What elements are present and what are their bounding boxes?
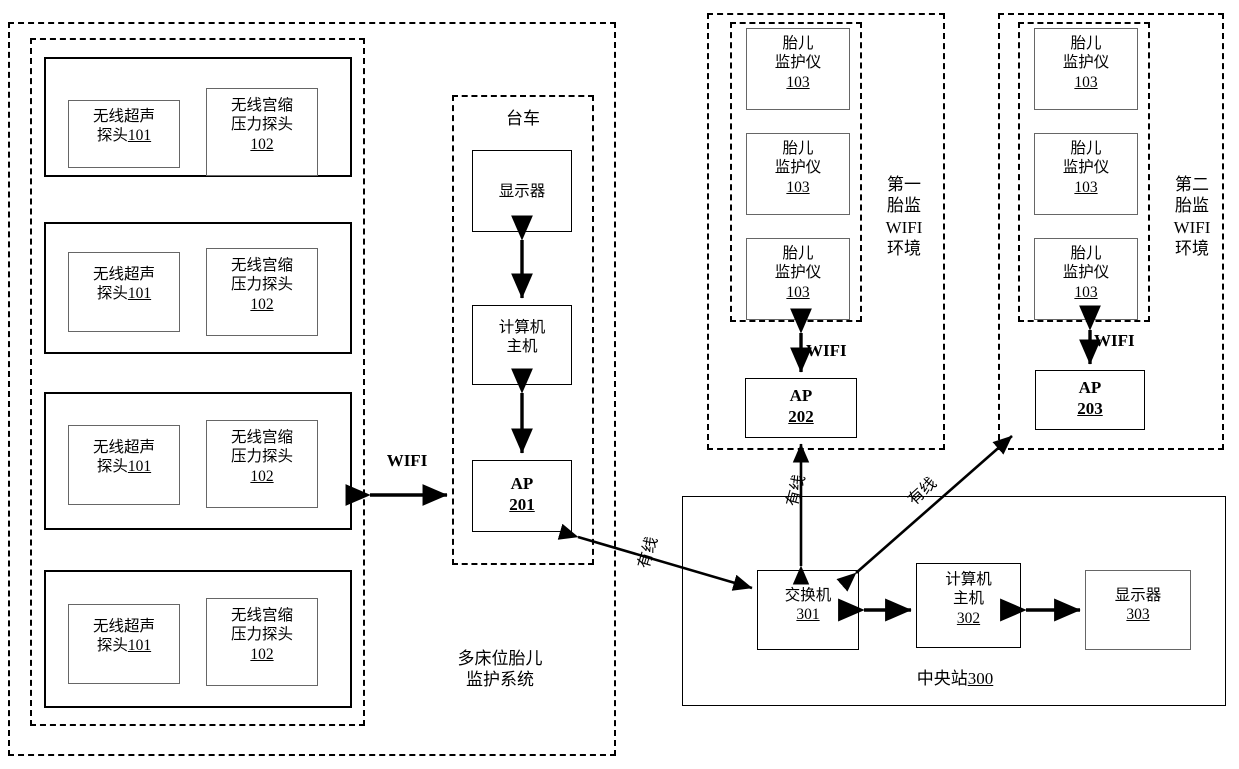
bed-2-pressure-probe-label: 无线宫缩 压力探头 102 [230, 257, 293, 313]
central-switch-301-label: 交换机 301 [784, 587, 832, 624]
env-second-monitor-2-label: 胎儿 监护仪 103 [1062, 140, 1110, 196]
bed-1-pressure-probe-label: 无线宫缩 压力探头 102 [230, 97, 293, 153]
env-second-ap-203-label: AP 203 [1077, 378, 1103, 419]
env-second-caption: 第二 胎监 WIFI 环境 [1173, 175, 1211, 258]
trolley-title: 台车 [506, 109, 540, 128]
multi-bed-system-caption: 多床位胎儿 监护系统 [457, 649, 543, 690]
bed-3-ultrasound-probe-label: 无线超声 探头101 [92, 439, 155, 476]
env-first-ap-202-label: AP 202 [788, 386, 814, 427]
bed-1-ultrasound-probe-label: 无线超声 探头101 [92, 108, 155, 145]
trolley-ap-201-label: AP 201 [509, 474, 535, 515]
env-first-monitor-1-label: 胎儿 监护仪 103 [774, 35, 822, 91]
wired-label-ap201: 有线 [635, 534, 662, 571]
env-second-monitor-3-label: 胎儿 监护仪 103 [1062, 245, 1110, 301]
env-first-wifi-label: WIFI [806, 341, 847, 360]
env-first-caption: 第一 胎监 WIFI 环境 [885, 175, 923, 258]
env-first-monitor-2-label: 胎儿 监护仪 103 [774, 140, 822, 196]
bed-4-pressure-probe-label: 无线宫缩 压力探头 102 [230, 607, 293, 663]
wifi-label-beds-trolley: WIFI [386, 451, 428, 470]
trolley-computer-label: 计算机 主机 [498, 319, 546, 356]
central-computer-302-label: 计算机 主机 302 [945, 571, 992, 627]
trolley-display-label: 显示器 [498, 183, 546, 200]
bed-4-ultrasound-probe-label: 无线超声 探头101 [92, 618, 155, 655]
env-first-monitor-3-label: 胎儿 监护仪 103 [774, 245, 822, 301]
env-second-monitor-1-label: 胎儿 监护仪 103 [1062, 35, 1110, 91]
diagram-canvas: 无线超声 探头101 无线宫缩 压力探头 102 无线超声 探头101 无线宫缩… [0, 0, 1239, 769]
bed-2-ultrasound-probe-label: 无线超声 探头101 [92, 266, 155, 303]
central-display-303-label: 显示器 303 [1114, 587, 1162, 624]
central-station-caption: 中央站300 [916, 669, 994, 688]
env-second-wifi-label: WIFI [1094, 331, 1135, 350]
bed-3-pressure-probe-label: 无线宫缩 压力探头 102 [230, 429, 293, 485]
